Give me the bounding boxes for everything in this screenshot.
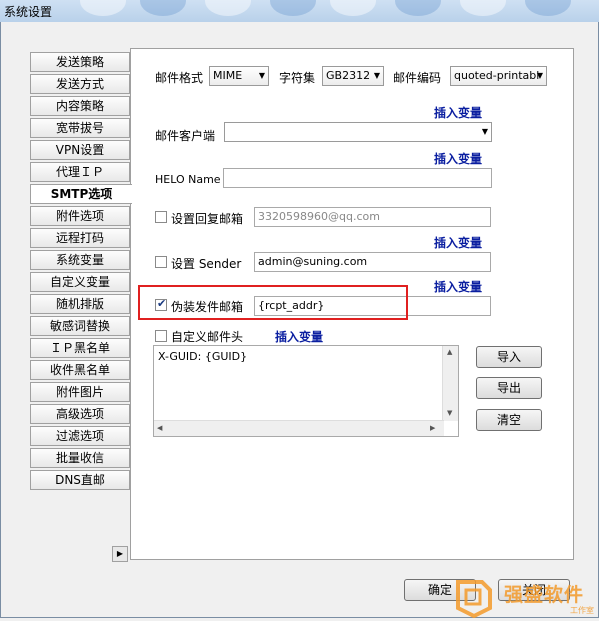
scroll-right-icon[interactable]: ▶ [430, 424, 435, 432]
tab-custom-variables[interactable]: 自定义变量 [30, 272, 130, 292]
mail-format-select[interactable]: MIME ▼ [209, 66, 269, 86]
import-button[interactable]: 导入 [476, 346, 542, 368]
custom-header-textarea[interactable]: X-GUID: {GUID} ▲ ▼ ◀ ▶ [153, 345, 459, 437]
chevron-down-icon: ▼ [373, 71, 380, 80]
title-decoration [270, 0, 316, 16]
sender-checkbox[interactable] [155, 256, 167, 268]
title-bar: 系统设置 [0, 0, 599, 23]
insert-variable-link[interactable]: 插入变量 [275, 328, 323, 345]
tab-scroll-right-icon[interactable]: ▶ [112, 546, 128, 562]
helo-label: HELO Name [155, 173, 221, 186]
insert-variable-link[interactable]: 插入变量 [434, 104, 482, 121]
encoding-label: 邮件编码 [393, 71, 442, 85]
tab-sensitive-replace[interactable]: 敏感词替换 [30, 316, 130, 336]
title-decoration [140, 0, 186, 16]
tab-system-variables[interactable]: 系统变量 [30, 250, 130, 270]
scroll-down-icon[interactable]: ▼ [447, 409, 452, 417]
close-button[interactable]: 关闭 [498, 579, 570, 601]
mail-format-label: 邮件格式 [155, 71, 204, 85]
encoding-select[interactable]: quoted-printabl ▼ [450, 66, 547, 86]
horizontal-scrollbar[interactable]: ◀ ▶ [154, 420, 444, 436]
helo-input[interactable] [223, 168, 492, 188]
title-decoration [205, 0, 251, 16]
tab-broadband-dial[interactable]: 宽带拔号 [30, 118, 130, 138]
tab-send-strategy[interactable]: 发送策略 [30, 52, 130, 72]
mail-client-select[interactable]: ▼ [224, 122, 492, 142]
charset-select[interactable]: GB2312 ▼ [322, 66, 384, 86]
title-decoration [330, 0, 376, 16]
scroll-left-icon[interactable]: ◀ [157, 424, 162, 432]
title-decoration [460, 0, 506, 16]
export-button[interactable]: 导出 [476, 377, 542, 399]
custom-header-text: X-GUID: {GUID} [158, 350, 248, 363]
title-decoration [80, 0, 126, 16]
custom-header-label: 自定义邮件头 [171, 330, 244, 344]
title-decoration [395, 0, 441, 16]
tab-content-strategy[interactable]: 内容策略 [30, 96, 130, 116]
chevron-down-icon: ▼ [258, 71, 265, 80]
reply-input[interactable]: 3320598960@qq.com [254, 207, 491, 227]
tab-batch-receive[interactable]: 批量收信 [30, 448, 130, 468]
tab-ip-blacklist[interactable]: ＩＰ黑名单 [30, 338, 130, 358]
window-title: 系统设置 [4, 5, 53, 19]
vertical-scrollbar[interactable]: ▲ ▼ [442, 346, 458, 421]
reply-label: 设置回复邮箱 [171, 212, 244, 226]
chevron-down-icon: ▼ [536, 71, 543, 80]
tab-remote-captcha[interactable]: 远程打码 [30, 228, 130, 248]
clear-button[interactable]: 清空 [476, 409, 542, 431]
tab-dns-direct[interactable]: DNS直邮 [30, 470, 130, 490]
custom-header-checkbox[interactable] [155, 330, 167, 342]
title-decoration [525, 0, 571, 16]
scroll-up-icon[interactable]: ▲ [447, 348, 452, 356]
tab-recipient-blacklist[interactable]: 收件黑名单 [30, 360, 130, 380]
mail-client-label: 邮件客户端 [155, 129, 216, 143]
chevron-down-icon: ▼ [481, 127, 488, 136]
tab-attachment-images[interactable]: 附件图片 [30, 382, 130, 402]
tab-filter-options[interactable]: 过滤选项 [30, 426, 130, 446]
charset-label: 字符集 [279, 71, 316, 85]
highlight-box [138, 285, 408, 320]
tab-attachment-options[interactable]: 附件选项 [30, 206, 130, 226]
charset-value: GB2312 [326, 69, 371, 82]
mail-format-value: MIME [213, 69, 243, 82]
sender-input[interactable]: admin@suning.com [254, 252, 491, 272]
sender-label: 设置 Sender [171, 257, 242, 271]
encoding-value: quoted-printabl [454, 69, 540, 82]
reply-checkbox[interactable] [155, 211, 167, 223]
insert-variable-link[interactable]: 插入变量 [434, 150, 482, 167]
tab-proxy-ip[interactable]: 代理ＩＰ [30, 162, 130, 182]
tab-random-layout[interactable]: 随机排版 [30, 294, 130, 314]
tab-smtp-options[interactable]: SMTP选项 [30, 184, 132, 204]
tab-send-method[interactable]: 发送方式 [30, 74, 130, 94]
ok-button[interactable]: 确定 [404, 579, 476, 601]
tab-vpn[interactable]: VPN设置 [30, 140, 130, 160]
insert-variable-link[interactable]: 插入变量 [434, 278, 482, 295]
insert-variable-link[interactable]: 插入变量 [434, 234, 482, 251]
tab-advanced-options[interactable]: 高级选项 [30, 404, 130, 424]
